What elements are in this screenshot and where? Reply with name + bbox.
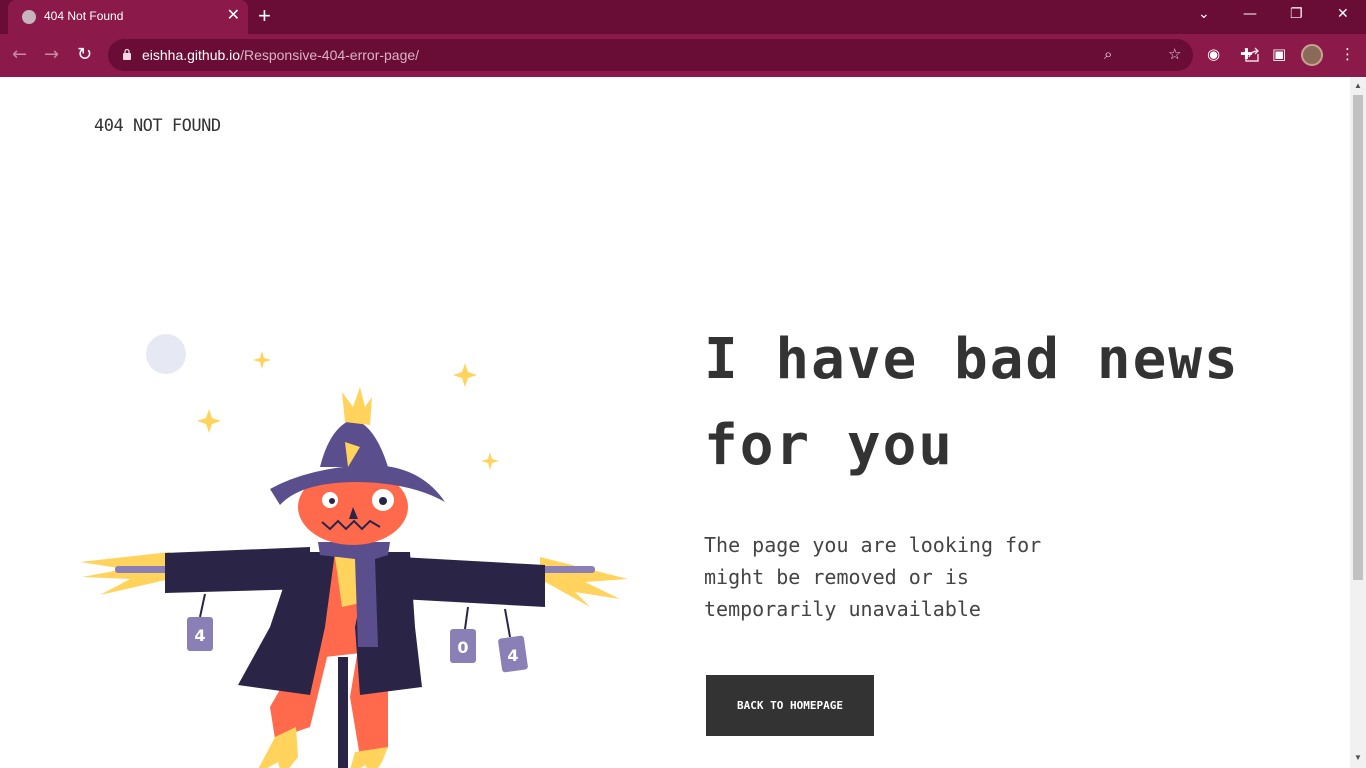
- can-label-middle: 0: [457, 638, 468, 657]
- can-label-right: 4: [507, 646, 518, 665]
- straw-foot-right: [350, 747, 388, 768]
- forward-arrow-icon[interactable]: →: [44, 44, 59, 65]
- reload-icon[interactable]: ↻: [77, 44, 92, 65]
- can-label-left: 4: [194, 626, 205, 645]
- url-path: /Responsive-404-error-page/: [240, 47, 420, 63]
- new-tab-button[interactable]: +: [258, 5, 271, 27]
- window-close-button[interactable]: ✕: [1337, 6, 1349, 22]
- zoom-icon[interactable]: ⌕: [1104, 45, 1112, 63]
- page-description: The page you are looking for might be re…: [704, 533, 1042, 621]
- tab-close-icon[interactable]: ✕: [227, 7, 240, 25]
- globe-icon: [22, 10, 36, 24]
- profile-avatar[interactable]: [1301, 44, 1323, 66]
- url-host: eishha.github.io: [142, 47, 241, 63]
- restore-button[interactable]: ❐: [1290, 6, 1303, 22]
- sparkle-icon: [481, 452, 499, 470]
- back-arrow-icon[interactable]: ←: [12, 44, 27, 65]
- hat-top: [320, 419, 388, 467]
- sparkle-icon: [253, 351, 271, 369]
- url-text: eishha.github.io/Responsive-404-error-pa…: [142, 47, 419, 63]
- extension-icon[interactable]: ◉: [1207, 45, 1220, 63]
- site-logo[interactable]: 404 NOT FOUND: [94, 116, 221, 136]
- tab-search-icon[interactable]: ⌄: [1198, 6, 1210, 22]
- coat-arm-right: [400, 557, 545, 607]
- sidepanel-icon[interactable]: ▣: [1272, 45, 1286, 63]
- tab-title: 404 Not Found: [44, 9, 124, 23]
- browser-tab-strip: 404 Not Found ✕ + ⌄ — ❐ ✕: [0, 0, 1366, 34]
- star-icon[interactable]: ☆: [1168, 45, 1181, 63]
- puzzle-icon[interactable]: ✚: [1240, 45, 1253, 63]
- pole-shape: [338, 657, 348, 768]
- sparkle-icon: [197, 409, 221, 433]
- page-viewport: 404 NOT FOUND 4 0 4 I have bad news for …: [0, 77, 1350, 768]
- straw-left: [80, 552, 170, 595]
- moon-shape: [146, 334, 186, 374]
- page-headline: I have bad news for you: [704, 327, 1240, 478]
- menu-icon[interactable]: ⋮: [1340, 45, 1355, 63]
- hat-straw: [342, 387, 372, 425]
- minimize-button[interactable]: —: [1243, 6, 1257, 22]
- scarecrow-illustration: 4 0 4: [80, 334, 628, 768]
- scroll-up-icon[interactable]: ▲: [1354, 81, 1362, 90]
- scroll-down-icon[interactable]: ▼: [1354, 753, 1362, 762]
- address-bar[interactable]: eishha.github.io/Responsive-404-error-pa…: [108, 39, 1268, 71]
- browser-tab[interactable]: 404 Not Found ✕: [8, 0, 248, 34]
- sparkle-icon: [453, 363, 477, 387]
- browser-toolbar: ← → ↻ eishha.github.io/Responsive-404-er…: [0, 34, 1366, 77]
- back-to-homepage-button[interactable]: BACK TO HOMEPAGE: [706, 675, 874, 736]
- scrollbar-thumb[interactable]: [1353, 95, 1363, 580]
- straw-right: [540, 557, 628, 607]
- lock-icon: [123, 48, 131, 60]
- page-scrollbar[interactable]: ▲ ▼: [1350, 77, 1366, 768]
